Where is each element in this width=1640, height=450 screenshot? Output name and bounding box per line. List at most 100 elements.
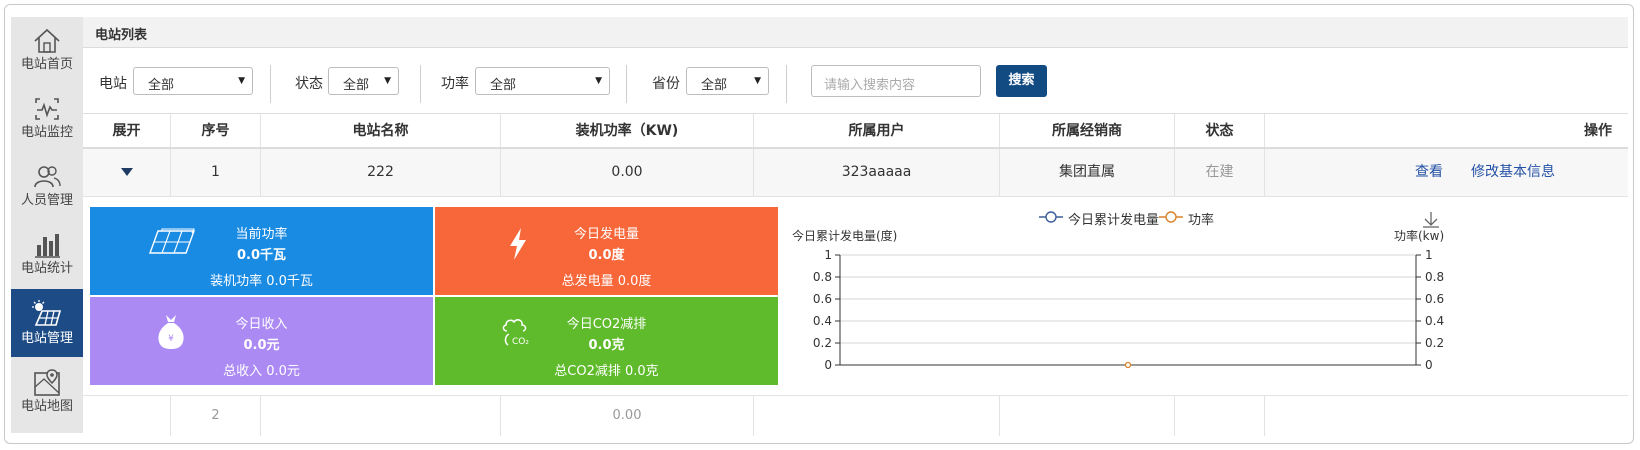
row-status	[1175, 396, 1265, 436]
table-header: 展开 序号 电站名称 装机功率（KW) 所属用户 所属经销商 状态 操作	[83, 113, 1628, 149]
sidebar-item-label: 人员管理	[20, 193, 73, 208]
sidebar-item-label: 电站管理	[20, 331, 73, 346]
sidebar: 电站首页 电站监控 人员管理 电站统计 电站管理 电站地图	[11, 17, 83, 433]
header-index: 序号	[171, 114, 261, 147]
chevron-down-icon: ▼	[595, 76, 602, 86]
today-energy-tile: 今日发电量 0.0度 总发电量 0.0度	[435, 207, 778, 295]
station-select-value: 全部	[148, 78, 175, 93]
y-tick-label-left: 0.6	[813, 292, 832, 306]
expand-toggle[interactable]	[83, 396, 171, 436]
province-select[interactable]: 全部 ▼	[686, 67, 769, 95]
search-input[interactable]: 请输入搜索内容	[811, 65, 981, 97]
sidebar-item-stats[interactable]: 电站统计	[11, 221, 83, 289]
row-dealer	[1000, 396, 1175, 436]
power-select[interactable]: 全部 ▼	[475, 67, 610, 95]
home-icon	[34, 28, 60, 53]
sidebar-item-station-manage[interactable]: 电站管理	[11, 289, 83, 357]
view-link[interactable]: 查看	[1415, 149, 1443, 196]
y-tick-label-left: 1	[824, 248, 832, 262]
table-row: 2 0.00	[83, 395, 1628, 436]
header-expand: 展开	[83, 114, 171, 147]
download-icon[interactable]	[1423, 212, 1439, 228]
page-title: 电站列表	[95, 28, 148, 43]
station-filter-label: 电站	[99, 76, 127, 92]
caret-down-icon	[120, 168, 133, 176]
legend-marker-energy	[1039, 211, 1063, 223]
sidebar-item-label: 电站统计	[20, 261, 73, 276]
tile-value: 0.0克	[588, 338, 625, 353]
bar-chart-icon	[35, 234, 60, 258]
sidebar-item-map[interactable]: 电站地图	[11, 357, 83, 425]
row-name	[261, 396, 501, 436]
y-tick-label-right: 0.6	[1425, 292, 1444, 306]
header-status: 状态	[1175, 114, 1265, 147]
power-filter-label: 功率	[441, 76, 469, 92]
title-bar: 电站列表	[83, 17, 1628, 48]
main-content: 电站列表 电站 全部 ▼ 状态 全部 ▼ 功率 全部 ▼ 省份 全部 ▼ 请输入…	[83, 17, 1628, 436]
header-name: 电站名称	[261, 114, 501, 147]
divider	[626, 65, 627, 103]
status-select[interactable]: 全部 ▼	[328, 67, 399, 95]
row-actions	[1265, 396, 1628, 436]
tile-title: 今日发电量	[573, 227, 639, 242]
sidebar-item-home[interactable]: 电站首页	[11, 17, 83, 85]
sidebar-item-label: 电站监控	[20, 125, 73, 140]
tile-title: 今日收入	[235, 317, 288, 332]
filter-bar: 电站 全部 ▼ 状态 全部 ▼ 功率 全部 ▼ 省份 全部 ▼ 请输入搜索内容 …	[83, 47, 1628, 113]
header-capacity: 装机功率（KW)	[501, 114, 754, 147]
edit-info-link[interactable]: 修改基本信息	[1471, 149, 1555, 196]
y-tick-label-right: 1	[1425, 248, 1433, 262]
y-tick-label-right: 0.8	[1425, 270, 1444, 284]
row-user: 323aaaaa	[754, 149, 1000, 196]
search-button[interactable]: 搜索	[996, 65, 1047, 97]
divider	[420, 65, 421, 103]
y-axis-right-title: 功率(kw)	[1394, 229, 1445, 243]
tile-title: 当前功率	[235, 227, 288, 242]
row-index: 2	[171, 396, 261, 436]
tile-subtext: 总收入 0.0元	[223, 364, 300, 379]
row-user	[754, 396, 1000, 436]
search-placeholder: 请输入搜索内容	[824, 78, 916, 93]
province-select-value: 全部	[701, 78, 728, 93]
station-select[interactable]: 全部 ▼	[133, 67, 253, 95]
y-tick-label-left: 0.8	[813, 270, 832, 284]
y-tick-label-left: 0	[824, 358, 832, 372]
chart-series	[1124, 361, 1132, 369]
header-user: 所属用户	[754, 114, 1000, 147]
tile-subtext: 总CO2减排 0.0克	[554, 364, 659, 379]
chart-ticks: 0 0 0.2 0.2 0.4 0.4 0.6 0.6 0.8 0.8 1 1	[813, 248, 1444, 372]
header-actions: 操作	[1584, 123, 1612, 139]
y-tick-label-right: 0.2	[1425, 336, 1444, 350]
sidebar-item-monitor[interactable]: 电站监控	[11, 85, 83, 153]
station-detail-panel: 当前功率 0.0千瓦 装机功率 0.0千瓦 今日发电量 0.0度 总发电量 0.…	[83, 197, 1628, 395]
power-select-value: 全部	[490, 78, 517, 93]
tile-subtext: 总发电量 0.0度	[561, 274, 652, 289]
province-filter-label: 省份	[652, 76, 680, 92]
sidebar-item-users[interactable]: 人员管理	[11, 153, 83, 221]
tile-value: 0.0度	[588, 248, 625, 263]
chevron-down-icon: ▼	[238, 76, 245, 86]
tile-title: 今日CO2减排	[566, 317, 647, 332]
users-icon	[34, 166, 61, 188]
table-row: 1 222 0.00 323aaaaa 集团直属 在建 查看 修改基本信息	[83, 149, 1628, 197]
row-actions: 查看 修改基本信息	[1265, 149, 1628, 196]
solar-panel-icon	[32, 300, 62, 326]
y-tick-label-left: 0.4	[813, 314, 832, 328]
today-co2-tile: CO₂ 今日CO2减排 0.0克 总CO2减排 0.0克	[435, 297, 778, 385]
today-income-tile: ¥ 今日收入 0.0元 总收入 0.0元	[90, 297, 433, 385]
sidebar-item-label: 电站首页	[20, 57, 73, 72]
divider	[270, 65, 271, 103]
chevron-down-icon: ▼	[754, 76, 761, 86]
map-icon	[34, 369, 60, 396]
monitor-icon	[35, 98, 59, 120]
row-status: 在建	[1175, 149, 1265, 196]
app-frame: 电站首页 电站监控 人员管理 电站统计 电站管理 电站地图 电站列表 电站 全部…	[4, 4, 1634, 444]
tile-value: 0.0千瓦	[236, 248, 287, 263]
legend-marker-power	[1159, 211, 1183, 223]
y-tick-label-right: 0	[1425, 358, 1433, 372]
sidebar-item-label: 电站地图	[20, 399, 73, 414]
data-point-1	[1124, 361, 1132, 369]
row-capacity: 0.00	[501, 149, 754, 196]
row-name: 222	[261, 149, 501, 196]
expand-toggle[interactable]	[83, 149, 171, 196]
